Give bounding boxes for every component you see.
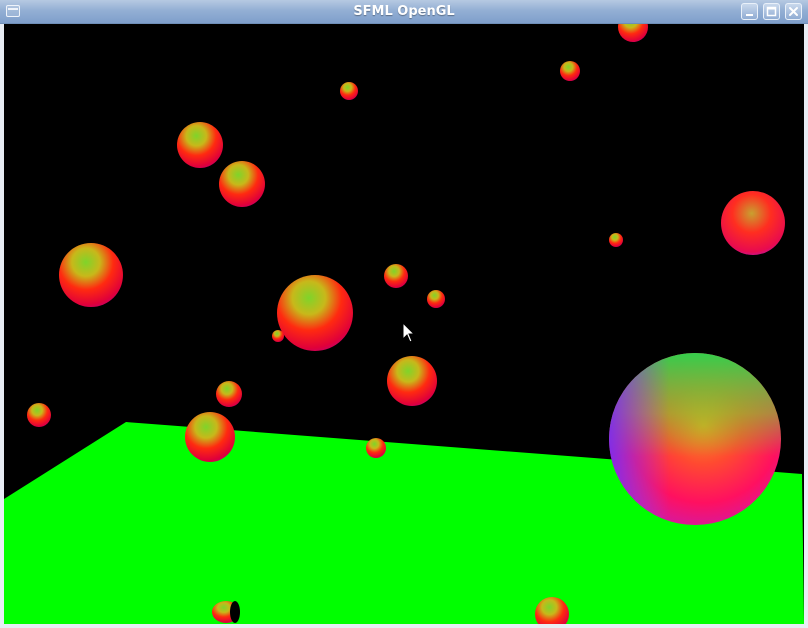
minimize-button[interactable] (741, 3, 758, 20)
title-bar[interactable]: SFML OpenGL (0, 0, 808, 24)
app-window: SFML OpenGL (0, 0, 808, 628)
sphere (272, 330, 284, 342)
mouse-cursor-icon (402, 321, 416, 343)
sphere (427, 290, 445, 308)
window-title: SFML OpenGL (353, 4, 455, 19)
sphere (185, 412, 235, 462)
sphere (277, 275, 353, 351)
sphere (384, 264, 408, 288)
sphere (340, 82, 358, 100)
sphere (560, 61, 580, 81)
clipped-sphere (212, 601, 240, 623)
opengl-scene (4, 24, 804, 624)
sphere (387, 356, 437, 406)
sphere (219, 161, 265, 207)
close-button[interactable] (785, 3, 802, 20)
sphere (27, 403, 51, 427)
opengl-viewport[interactable] (4, 24, 804, 624)
sphere (366, 438, 386, 458)
close-icon (789, 7, 798, 16)
sphere (216, 381, 242, 407)
sphere (609, 233, 623, 247)
sphere (721, 191, 785, 255)
sphere (59, 243, 123, 307)
maximize-icon (766, 6, 777, 17)
maximize-button[interactable] (763, 3, 780, 20)
window-client-area (0, 24, 808, 628)
large-sphere (609, 353, 781, 525)
minimize-icon (746, 14, 753, 16)
sphere (177, 122, 223, 168)
sphere (618, 24, 648, 42)
